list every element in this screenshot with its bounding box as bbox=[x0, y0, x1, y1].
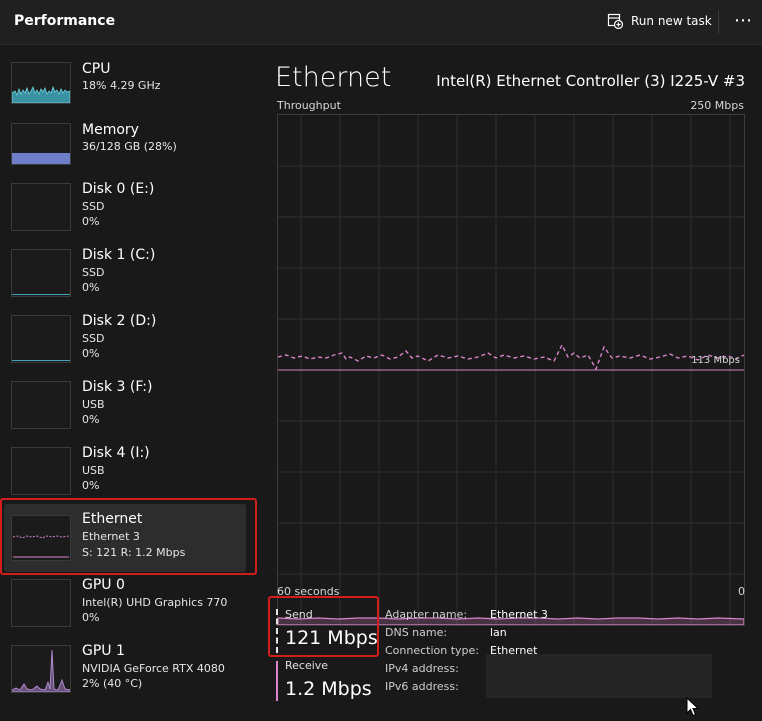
sidebar-item-detail: 36/128 GB (28%) bbox=[82, 140, 177, 153]
gpu-thumbnail-graph bbox=[11, 645, 71, 693]
sidebar-item-disk-0[interactable]: Disk 0 (E:) SSD 0% bbox=[0, 181, 258, 245]
sidebar-item-cpu[interactable]: CPU 18% 4.29 GHz bbox=[0, 55, 258, 119]
sidebar-item-usage: 2% (40 °C) bbox=[82, 677, 143, 690]
sidebar-item-label: Disk 4 (I:) bbox=[82, 445, 150, 461]
graph-y-label: Throughput bbox=[277, 99, 341, 112]
more-options-icon[interactable]: ⋯ bbox=[734, 12, 753, 30]
disk-thumbnail-graph bbox=[11, 183, 71, 231]
sidebar-item-usage: 0% bbox=[82, 215, 100, 228]
property-value: lan bbox=[490, 626, 507, 639]
graph-x-end-label: 0 bbox=[738, 585, 745, 598]
sidebar-item-gpu-0[interactable]: GPU 0 Intel(R) UHD Graphics 770 0% bbox=[0, 577, 258, 641]
receive-legend-line bbox=[276, 661, 278, 701]
throughput-graph: 113 Mbps bbox=[277, 114, 745, 626]
sidebar-item-type: USB bbox=[82, 398, 105, 411]
sidebar-item-disk-1[interactable]: Disk 1 (C:) SSD 0% bbox=[0, 247, 258, 311]
sidebar-item-label: Disk 2 (D:) bbox=[82, 313, 157, 329]
property-key: DNS name: bbox=[385, 626, 448, 639]
cpu-thumbnail-graph bbox=[11, 62, 71, 104]
memory-thumbnail-graph bbox=[11, 123, 71, 165]
adapter-model: Intel(R) Ethernet Controller (3) I225-V … bbox=[436, 72, 745, 90]
sidebar-item-type: SSD bbox=[82, 200, 105, 213]
sidebar-item-usage: 0% bbox=[82, 413, 100, 426]
top-bar: Performance Run new task ⋯ bbox=[0, 0, 762, 45]
sidebar-item-usage: 0% bbox=[82, 281, 100, 294]
property-row: DNS name: lan bbox=[385, 626, 645, 642]
highlight-box-send bbox=[268, 596, 379, 657]
graph-scale-label: 113 Mbps bbox=[691, 355, 740, 366]
sidebar-item-label: GPU 0 bbox=[82, 577, 125, 593]
sidebar-item-label: Disk 1 (C:) bbox=[82, 247, 156, 263]
sidebar-item-disk-2[interactable]: Disk 2 (D:) SSD 0% bbox=[0, 313, 258, 377]
sidebar-item-model: NVIDIA GeForce RTX 4080 bbox=[82, 662, 225, 675]
toolbar-divider bbox=[718, 10, 719, 34]
run-task-icon bbox=[607, 13, 623, 29]
graph-max-label: 250 Mbps bbox=[690, 99, 744, 112]
sidebar-item-usage: 0% bbox=[82, 479, 100, 492]
sidebar-item-disk-3[interactable]: Disk 3 (F:) USB 0% bbox=[0, 379, 258, 443]
redacted-ip-block bbox=[486, 654, 712, 698]
highlight-box-ethernet bbox=[0, 498, 257, 575]
sidebar-item-usage: 0% bbox=[82, 347, 100, 360]
gpu-thumbnail-graph bbox=[11, 579, 71, 627]
send-series-line bbox=[278, 343, 744, 371]
sidebar-item-type: USB bbox=[82, 464, 105, 477]
run-new-task-button[interactable]: Run new task bbox=[607, 11, 712, 31]
disk-thumbnail-graph bbox=[11, 381, 71, 429]
sidebar-item-label: Disk 3 (F:) bbox=[82, 379, 153, 395]
disk-thumbnail-graph bbox=[11, 315, 71, 363]
property-row: Adapter name: Ethernet 3 bbox=[385, 608, 645, 624]
property-key: IPv4 address: bbox=[385, 662, 459, 675]
sidebar-item-label: Disk 0 (E:) bbox=[82, 181, 155, 197]
run-task-label: Run new task bbox=[631, 14, 712, 28]
sidebar-item-model: Intel(R) UHD Graphics 770 bbox=[82, 596, 228, 609]
sidebar-item-label: CPU bbox=[82, 61, 111, 77]
disk-thumbnail-graph bbox=[11, 249, 71, 297]
sidebar-item-gpu-1[interactable]: GPU 1 NVIDIA GeForce RTX 4080 2% (40 °C) bbox=[0, 643, 258, 707]
sidebar: CPU 18% 4.29 GHz Memory 36/128 GB (28%) … bbox=[0, 45, 258, 720]
sidebar-item-label: Memory bbox=[82, 122, 139, 138]
property-key: IPv6 address: bbox=[385, 680, 459, 693]
sidebar-item-type: SSD bbox=[82, 332, 105, 345]
sidebar-item-usage: 0% bbox=[82, 611, 100, 624]
sidebar-item-detail: 18% 4.29 GHz bbox=[82, 79, 161, 92]
sidebar-item-type: SSD bbox=[82, 266, 105, 279]
receive-stat: Receive 1.2 Mbps bbox=[276, 651, 376, 703]
page-title: Performance bbox=[14, 13, 116, 29]
sidebar-item-label: GPU 1 bbox=[82, 643, 125, 659]
receive-value: 1.2 Mbps bbox=[285, 678, 372, 700]
sidebar-item-memory[interactable]: Memory 36/128 GB (28%) bbox=[0, 121, 258, 185]
receive-label: Receive bbox=[285, 659, 329, 672]
property-value: Ethernet 3 bbox=[490, 608, 548, 621]
property-key: Connection type: bbox=[385, 644, 480, 657]
resource-title: Ethernet bbox=[275, 62, 392, 93]
property-key: Adapter name: bbox=[385, 608, 468, 621]
mouse-cursor-icon bbox=[686, 696, 700, 721]
disk-thumbnail-graph bbox=[11, 447, 71, 495]
